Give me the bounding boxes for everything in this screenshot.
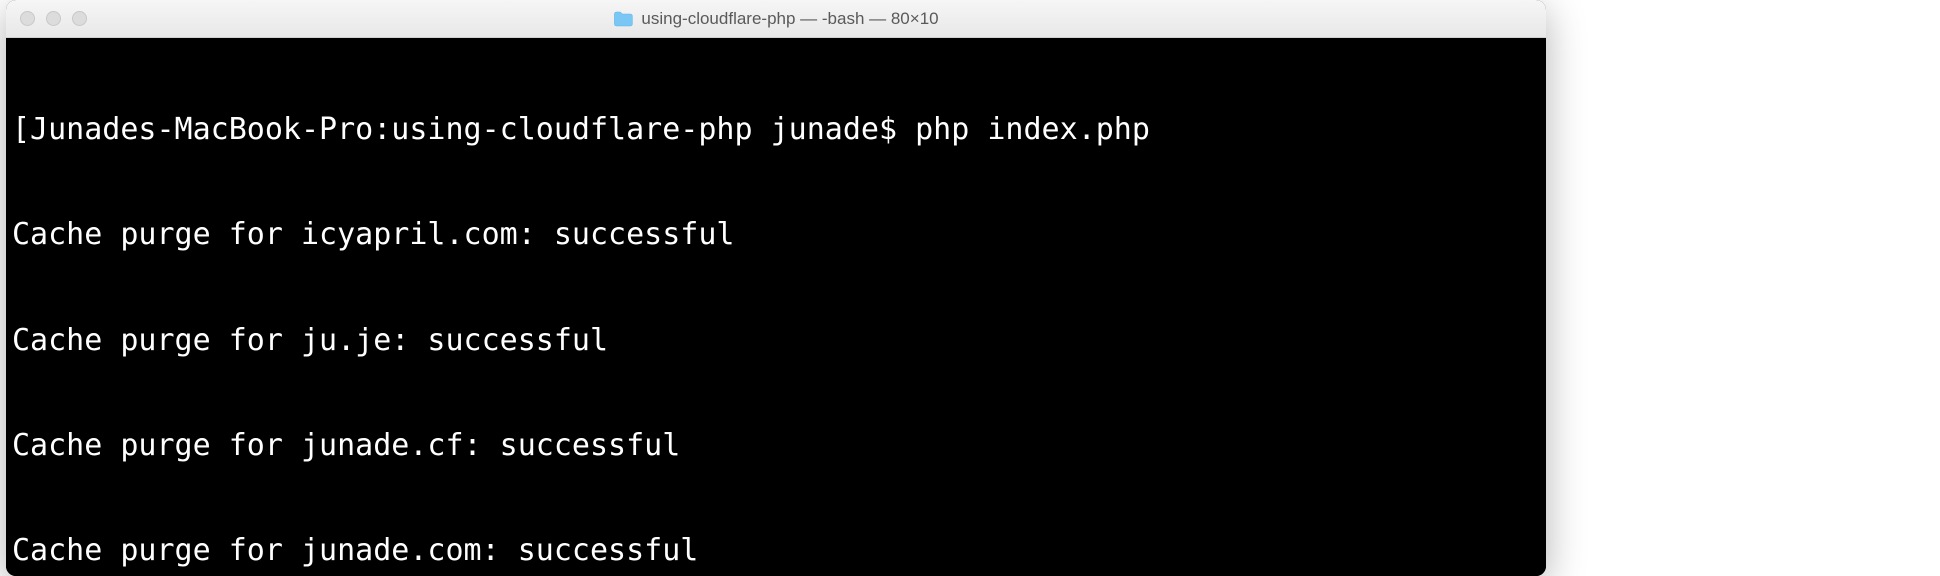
terminal-line: Cache purge for icyapril.com: successful	[12, 217, 1540, 252]
terminal-content[interactable]: [Junades-MacBook-Pro:using-cloudflare-ph…	[6, 38, 1546, 576]
terminal-line: Cache purge for ju.je: successful	[12, 323, 1540, 358]
close-button[interactable]	[20, 11, 35, 26]
folder-icon	[613, 11, 633, 27]
window-title-text: using-cloudflare-php — -bash — 80×10	[641, 9, 938, 29]
terminal-line: Cache purge for junade.cf: successful	[12, 428, 1540, 463]
window-titlebar[interactable]: using-cloudflare-php — -bash — 80×10	[6, 0, 1546, 38]
window-title: using-cloudflare-php — -bash — 80×10	[613, 9, 938, 29]
terminal-line: Cache purge for junade.com: successful	[12, 533, 1540, 568]
terminal-window: using-cloudflare-php — -bash — 80×10 [Ju…	[6, 0, 1546, 576]
maximize-button[interactable]	[72, 11, 87, 26]
window-controls	[6, 11, 87, 26]
minimize-button[interactable]	[46, 11, 61, 26]
terminal-line: [Junades-MacBook-Pro:using-cloudflare-ph…	[12, 112, 1540, 147]
